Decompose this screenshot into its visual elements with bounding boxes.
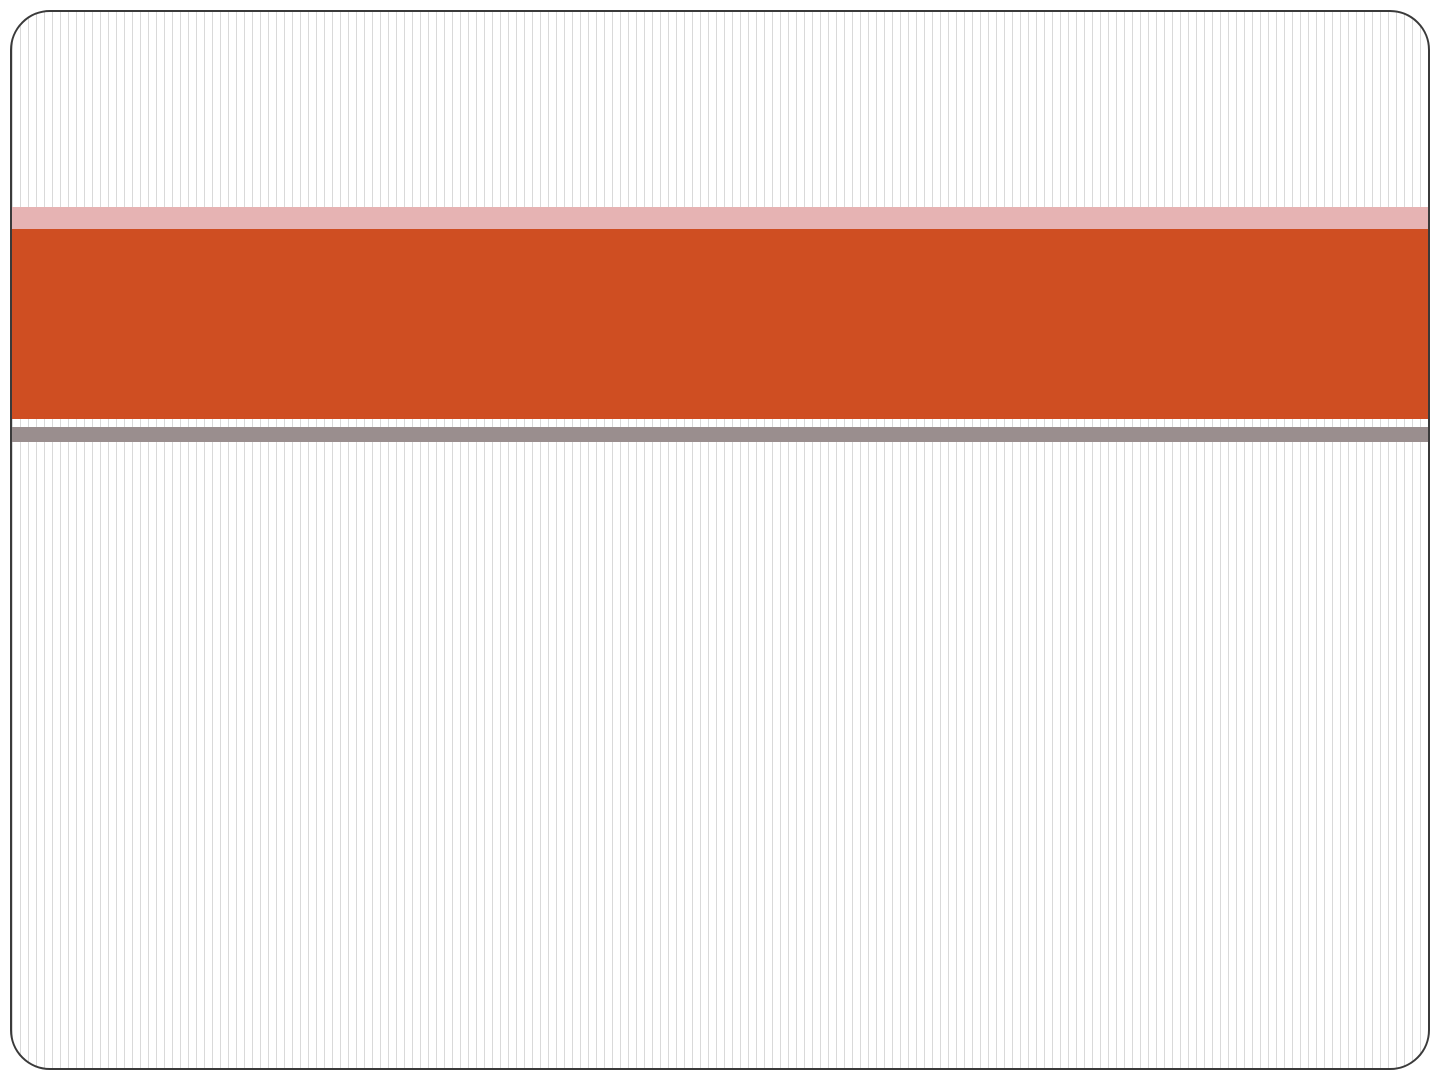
title-band-orange [12, 229, 1428, 419]
accent-stripe-gray [12, 427, 1428, 442]
slide-frame [10, 10, 1430, 1070]
accent-stripe-pink [12, 207, 1428, 229]
